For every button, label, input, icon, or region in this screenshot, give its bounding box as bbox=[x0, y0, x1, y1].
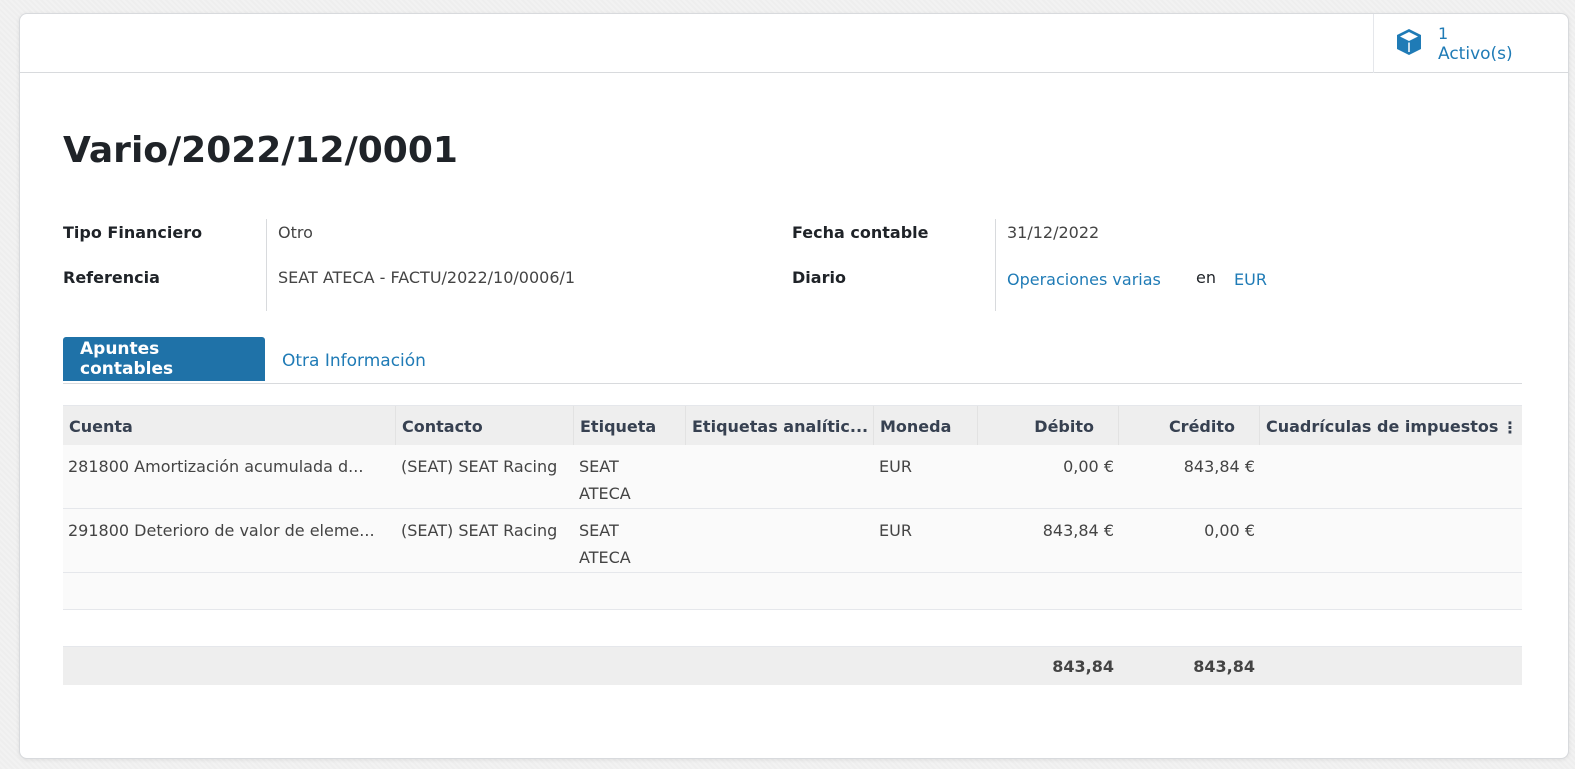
field-separator bbox=[995, 219, 996, 311]
tab-otra-informacion[interactable]: Otra Información bbox=[265, 339, 443, 383]
column-header-credito[interactable]: Crédito bbox=[1119, 406, 1260, 446]
column-header-cuadriculas-impuestos[interactable]: Cuadrículas de impuestos ⋮ bbox=[1260, 406, 1522, 446]
cell-etiqueta[interactable]: SEAT ATECA bbox=[574, 453, 654, 507]
cell-contacto[interactable]: (SEAT) SEAT Racing bbox=[396, 453, 574, 480]
table-header: Cuenta Contacto Etiqueta Etiquetas analí… bbox=[63, 405, 1522, 446]
assets-label: Activo(s) bbox=[1438, 43, 1513, 64]
optional-columns-kebab-icon[interactable]: ⋮ bbox=[1502, 418, 1518, 437]
table-row[interactable]: 281800 Amortización acumulada d... (SEAT… bbox=[63, 445, 1522, 509]
table-row[interactable]: 291800 Deterioro de valor de eleme... (S… bbox=[63, 509, 1522, 573]
page-title: Vario/2022/12/0001 bbox=[63, 130, 458, 171]
diario-currency-link[interactable]: EUR bbox=[1234, 270, 1267, 289]
column-header-etiquetas-analiticas[interactable]: Etiquetas analític... bbox=[686, 406, 874, 446]
cell-moneda[interactable]: EUR bbox=[874, 453, 978, 480]
tipo-financiero-value[interactable]: Otro bbox=[278, 223, 313, 242]
form-sheet: 1 Activo(s) Vario/2022/12/0001 Tipo Fina… bbox=[19, 13, 1569, 759]
diario-journal-link[interactable]: Operaciones varias bbox=[1007, 270, 1161, 289]
tipo-financiero-label: Tipo Financiero bbox=[63, 223, 203, 242]
field-separator bbox=[266, 219, 267, 311]
tab-apuntes-contables[interactable]: Apuntes contables bbox=[63, 337, 265, 381]
column-header-cuadriculas-label: Cuadrículas de impuestos bbox=[1266, 416, 1499, 436]
notebook-tabs: Apuntes contables Otra Información bbox=[63, 337, 1522, 384]
column-header-cuenta[interactable]: Cuenta bbox=[63, 406, 396, 446]
diario-label: Diario bbox=[792, 268, 846, 287]
button-box: 1 Activo(s) bbox=[20, 14, 1568, 73]
fecha-contable-label: Fecha contable bbox=[792, 223, 929, 242]
assets-count: 1 bbox=[1438, 23, 1449, 43]
cell-contacto[interactable]: (SEAT) SEAT Racing bbox=[396, 517, 574, 544]
empty-row bbox=[63, 610, 1522, 647]
column-header-etiqueta[interactable]: Etiqueta bbox=[574, 406, 686, 446]
total-debito: 843,84 bbox=[1052, 656, 1114, 676]
cell-debito[interactable]: 843,84 € bbox=[978, 517, 1119, 544]
empty-row bbox=[63, 573, 1522, 610]
referencia-label: Referencia bbox=[63, 268, 160, 287]
column-header-debito[interactable]: Débito bbox=[978, 406, 1119, 446]
cell-moneda[interactable]: EUR bbox=[874, 517, 978, 544]
cube-icon bbox=[1394, 27, 1424, 61]
cell-credito[interactable]: 843,84 € bbox=[1119, 453, 1260, 480]
referencia-value[interactable]: SEAT ATECA - FACTU/2022/10/0006/1 bbox=[278, 268, 575, 287]
cell-debito[interactable]: 0,00 € bbox=[978, 453, 1119, 480]
column-header-contacto[interactable]: Contacto bbox=[396, 406, 574, 446]
assets-smart-button[interactable]: 1 Activo(s) bbox=[1373, 14, 1568, 73]
table-footer-totals: 843,84 843,84 bbox=[63, 647, 1522, 685]
fecha-contable-value[interactable]: 31/12/2022 bbox=[1007, 223, 1099, 242]
cell-etiqueta[interactable]: SEAT ATECA bbox=[574, 517, 654, 571]
cell-cuenta[interactable]: 281800 Amortización acumulada d... bbox=[63, 453, 396, 480]
cell-cuenta[interactable]: 291800 Deterioro de valor de eleme... bbox=[63, 517, 396, 544]
diario-en-text: en bbox=[1196, 268, 1216, 287]
column-header-moneda[interactable]: Moneda bbox=[874, 406, 978, 446]
cell-credito[interactable]: 0,00 € bbox=[1119, 517, 1260, 544]
total-credito: 843,84 bbox=[1193, 656, 1255, 676]
